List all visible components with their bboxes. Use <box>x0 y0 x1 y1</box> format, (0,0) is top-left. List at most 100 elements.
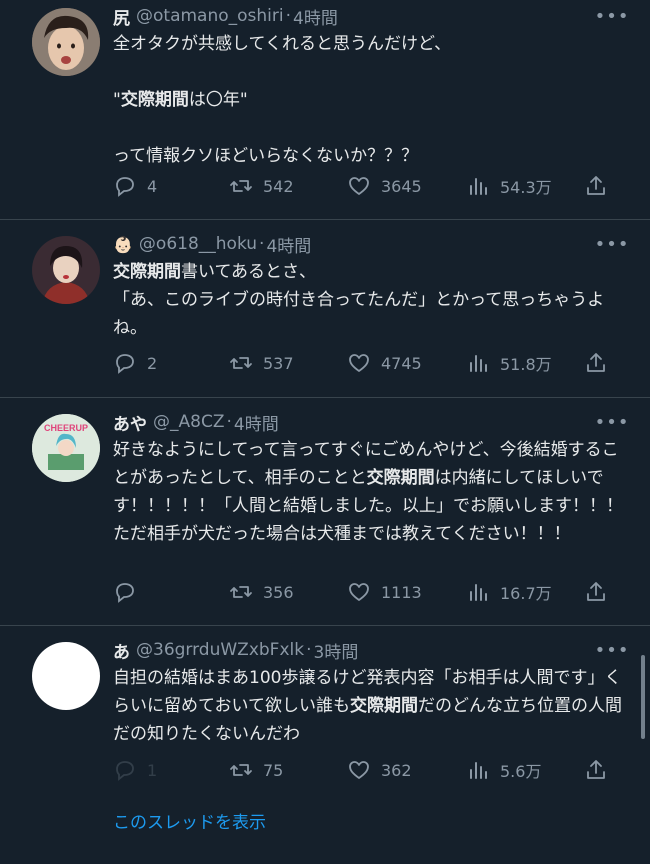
retweet-button[interactable]: 356 <box>229 580 294 604</box>
views-button[interactable]: 16.7万 <box>466 580 552 604</box>
action-bar: 4 542 3645 54.3万 <box>113 171 618 201</box>
reply-count: 4 <box>147 176 158 196</box>
action-bar: 2 537 4745 51.8万 <box>113 348 618 378</box>
handle[interactable]: @_A8CZ <box>153 412 224 432</box>
retweet-button[interactable]: 542 <box>229 174 294 198</box>
views-count: 16.7万 <box>500 584 552 603</box>
reply-icon <box>116 761 134 781</box>
tweet-text-highlight: 交際期間 <box>113 262 181 282</box>
avatar-text: CHEERUP <box>44 423 88 433</box>
handle[interactable]: @otamano_oshiri <box>136 6 284 26</box>
like-count: 3645 <box>381 176 422 196</box>
reply-button[interactable]: 4 <box>113 174 157 198</box>
like-button[interactable]: 1113 <box>347 580 422 604</box>
avatar[interactable] <box>32 642 100 710</box>
tweet[interactable]: CHEERUP あや @_A8CZ · 4時間 ••• 好きなようにしてって言っ… <box>0 398 650 626</box>
tweet[interactable]: あ @36grrduWZxbFxlk · 3時間 ••• 自担の結婚はまあ100… <box>0 626 650 864</box>
tweet-text-segment: 書いてあるとさ、 「あ、このライブの時付き合ってたんだ」とかって思っちゃうよね。 <box>113 262 605 338</box>
retweet-icon <box>230 357 252 369</box>
avatar[interactable]: CHEERUP <box>32 414 100 482</box>
timestamp[interactable]: 3時間 <box>314 638 359 663</box>
share-icon <box>587 176 605 195</box>
views-button[interactable]: 51.8万 <box>466 351 552 375</box>
more-icon[interactable]: ••• <box>595 638 629 662</box>
display-name[interactable]: 👶🏻 <box>113 235 133 254</box>
like-button[interactable]: 362 <box>347 758 412 782</box>
handle[interactable]: @36grrduWZxbFxlk <box>136 640 304 660</box>
more-icon[interactable]: ••• <box>595 232 629 256</box>
reply-icon <box>116 583 134 603</box>
like-count: 1113 <box>381 582 422 602</box>
tweet-text-highlight: 交際期間 <box>366 468 435 488</box>
reply-button[interactable]: 2 <box>113 351 157 375</box>
tweet-header: 尻 @otamano_oshiri · 4時間 <box>113 4 626 29</box>
action-bar: 356 1113 16.7万 <box>113 577 618 607</box>
views-count: 5.6万 <box>500 762 542 781</box>
scrollbar[interactable] <box>641 655 645 739</box>
reply-count: 2 <box>147 353 158 373</box>
tweet-text-highlight: 交際期間 <box>120 90 189 110</box>
separator: · <box>285 6 292 26</box>
views-button[interactable]: 5.6万 <box>466 758 541 782</box>
retweet-button[interactable]: 537 <box>229 351 294 375</box>
share-button[interactable] <box>584 174 618 198</box>
share-icon <box>587 760 605 779</box>
share-button[interactable] <box>584 351 618 375</box>
action-bar: 1 75 362 5.6万 <box>113 755 618 785</box>
views-count: 51.8万 <box>500 355 552 374</box>
tweet[interactable]: 尻 @otamano_oshiri · 4時間 ••• 全オタクが共感してくれる… <box>0 0 650 220</box>
views-button[interactable]: 54.3万 <box>466 174 552 198</box>
handle[interactable]: @o618__hoku <box>139 234 257 254</box>
views-count: 54.3万 <box>500 178 552 197</box>
like-button[interactable]: 3645 <box>347 174 422 198</box>
retweet-count: 542 <box>263 176 294 196</box>
share-icon <box>587 582 605 601</box>
display-name[interactable]: 尻 <box>113 4 130 29</box>
retweet-icon <box>230 764 252 776</box>
like-count: 4745 <box>381 353 422 373</box>
display-name[interactable]: あや <box>113 410 147 435</box>
tweet-text-highlight: 交際期間 <box>349 696 418 716</box>
tweet[interactable]: 👶🏻 @o618__hoku · 4時間 ••• 交際期間書いてあるとさ、 「あ… <box>0 220 650 398</box>
avatar[interactable] <box>32 8 100 76</box>
like-icon <box>349 583 369 601</box>
like-icon <box>349 177 369 195</box>
reply-icon <box>116 177 134 197</box>
more-icon[interactable]: ••• <box>595 410 629 434</box>
like-button[interactable]: 4745 <box>347 351 422 375</box>
tweet-header: あ @36grrduWZxbFxlk · 3時間 <box>113 638 626 663</box>
show-thread-link[interactable]: このスレッドを表示 <box>113 808 266 833</box>
tweet-text: 交際期間書いてあるとさ、 「あ、このライブの時付き合ってたんだ」とかって思っちゃ… <box>113 258 626 342</box>
display-name[interactable]: あ <box>113 638 130 663</box>
retweet-count: 356 <box>263 582 294 602</box>
like-icon <box>349 761 369 779</box>
like-icon <box>349 354 369 372</box>
retweet-count: 537 <box>263 353 294 373</box>
tweet-header: 👶🏻 @o618__hoku · 4時間 <box>113 232 626 257</box>
timeline: 尻 @otamano_oshiri · 4時間 ••• 全オタクが共感してくれる… <box>0 0 650 864</box>
avatar[interactable] <box>32 236 100 304</box>
tweet-text: 全オタクが共感してくれると思うんだけど、 "交際期間は〇年" って情報クソほどい… <box>113 30 626 170</box>
timestamp[interactable]: 4時間 <box>234 410 279 435</box>
tweet-text: 自担の結婚はまあ100歩譲るけど発表内容「お相手は人間です」くらいに留めておいて… <box>113 664 626 748</box>
share-button[interactable] <box>584 758 618 782</box>
share-icon <box>587 353 605 372</box>
views-icon <box>470 178 487 195</box>
timestamp[interactable]: 4時間 <box>293 4 338 29</box>
separator: · <box>259 234 265 254</box>
retweet-icon <box>230 586 252 598</box>
tweet-header: あや @_A8CZ · 4時間 <box>113 410 626 435</box>
retweet-count: 75 <box>263 760 284 780</box>
timestamp[interactable]: 4時間 <box>266 232 311 257</box>
reply-button[interactable]: 1 <box>113 758 157 782</box>
views-icon <box>470 584 487 601</box>
views-icon <box>470 762 487 779</box>
retweet-button[interactable]: 75 <box>229 758 283 782</box>
more-icon[interactable]: ••• <box>595 4 629 28</box>
reply-button[interactable] <box>113 580 147 604</box>
retweet-icon <box>230 180 252 192</box>
reply-icon <box>116 354 134 374</box>
share-button[interactable] <box>584 580 618 604</box>
separator: · <box>226 412 232 432</box>
views-icon <box>470 355 487 372</box>
